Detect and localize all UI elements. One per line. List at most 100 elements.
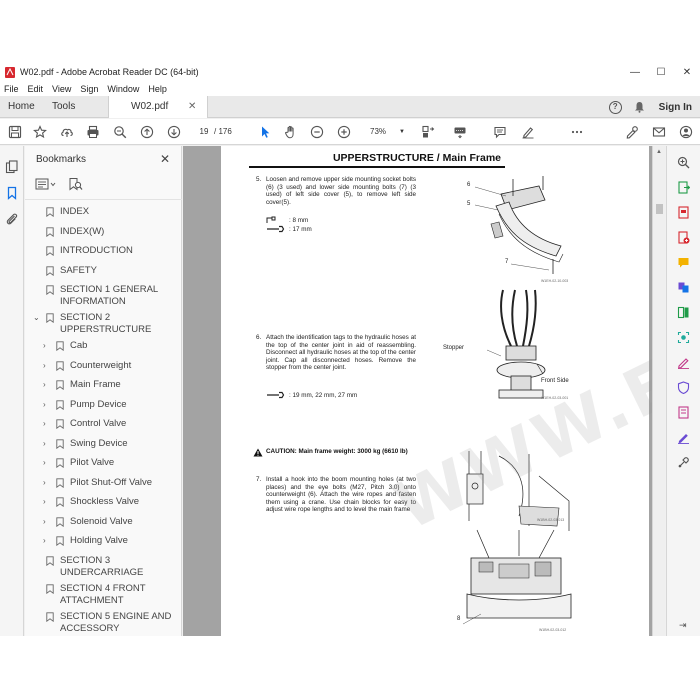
- bookmark-item[interactable]: INDEX(W): [25, 226, 182, 246]
- bookmark-item[interactable]: SAFETY: [25, 265, 182, 285]
- comment-tool-icon[interactable]: [677, 256, 690, 269]
- export-pdf-icon[interactable]: [677, 181, 690, 194]
- chevron-right-icon[interactable]: ›: [43, 496, 51, 508]
- page-number-input[interactable]: 19: [193, 125, 215, 139]
- zoom-search-icon[interactable]: [112, 124, 128, 140]
- bookmark-item[interactable]: › Counterweight: [25, 360, 182, 380]
- account-icon[interactable]: [678, 124, 694, 140]
- upload-icon[interactable]: [59, 124, 75, 140]
- bookmark-item[interactable]: ⌄ SECTION 2 UPPERSTRUCTURE: [25, 312, 182, 340]
- menu-file[interactable]: File: [4, 84, 19, 94]
- bookmark-label: Main Frame: [70, 379, 121, 390]
- select-cursor-icon[interactable]: [257, 124, 273, 140]
- close-tab-button[interactable]: ✕: [188, 96, 196, 118]
- chevron-right-icon[interactable]: ›: [43, 360, 51, 372]
- maximize-button[interactable]: ☐: [648, 62, 674, 82]
- bookmark-options-icon[interactable]: [35, 177, 57, 191]
- create-pdf-icon[interactable]: [677, 231, 690, 244]
- bookmark-item[interactable]: SECTION 5 ENGINE AND ACCESSORY: [25, 611, 182, 637]
- more-icon[interactable]: [569, 124, 585, 140]
- bell-icon[interactable]: [634, 101, 645, 113]
- keyboard-icon[interactable]: [452, 124, 468, 140]
- bookmark-item[interactable]: INTRODUCTION: [25, 245, 182, 265]
- share-sign-icon[interactable]: [624, 124, 640, 140]
- zoom-in-icon[interactable]: [336, 124, 352, 140]
- page-up-icon[interactable]: [139, 124, 155, 140]
- bookmark-item[interactable]: › Control Valve: [25, 418, 182, 438]
- zoom-level-select[interactable]: 73% ▼: [364, 125, 408, 139]
- bookmark-item[interactable]: › Pilot Shut-Off Valve: [25, 477, 182, 497]
- page-thumbnails-icon[interactable]: [5, 160, 19, 174]
- protect-shield-icon[interactable]: [677, 381, 690, 394]
- scroll-thumb[interactable]: [656, 204, 663, 214]
- search-tool-icon[interactable]: [677, 156, 690, 169]
- menu-edit[interactable]: Edit: [28, 84, 44, 94]
- figure-code: W1BH-02-03-013: [537, 518, 565, 522]
- combine-files-icon[interactable]: [677, 281, 690, 294]
- tool-socket: : 8 mm: [266, 216, 308, 224]
- bookmark-item[interactable]: INDEX: [25, 206, 182, 226]
- help-icon[interactable]: ?: [608, 100, 622, 114]
- prepare-form-icon[interactable]: [677, 406, 690, 419]
- close-panel-button[interactable]: ✕: [160, 152, 170, 166]
- pen-icon[interactable]: [520, 124, 536, 140]
- bookmark-item[interactable]: › Pump Device: [25, 399, 182, 419]
- hand-icon[interactable]: [283, 124, 299, 140]
- bookmark-icon: [56, 360, 64, 371]
- menu-view[interactable]: View: [52, 84, 71, 94]
- zoom-out-icon[interactable]: [309, 124, 325, 140]
- bookmark-item[interactable]: › Main Frame: [25, 379, 182, 399]
- menu-sign[interactable]: Sign: [80, 84, 98, 94]
- request-signature-icon[interactable]: [677, 431, 690, 444]
- chevron-right-icon[interactable]: ›: [43, 477, 51, 489]
- comment-icon[interactable]: [492, 124, 508, 140]
- sign-in-button[interactable]: Sign In: [659, 102, 692, 113]
- bookmark-item[interactable]: › Holding Valve: [25, 535, 182, 555]
- close-window-button[interactable]: ✕: [674, 62, 700, 82]
- chevron-right-icon[interactable]: ›: [43, 457, 51, 469]
- chevron-right-icon[interactable]: ›: [43, 379, 51, 391]
- chevron-right-icon[interactable]: ›: [43, 340, 51, 352]
- print-icon[interactable]: [85, 124, 101, 140]
- chevron-right-icon[interactable]: ›: [43, 418, 51, 430]
- edit-pdf-icon[interactable]: [677, 206, 690, 219]
- save-icon[interactable]: [7, 124, 23, 140]
- expand-rail-icon[interactable]: ⇥: [679, 620, 687, 631]
- bookmark-item[interactable]: SECTION 1 GENERAL INFORMATION: [25, 284, 182, 312]
- chevron-right-icon[interactable]: ›: [43, 438, 51, 450]
- bookmark-item[interactable]: › Solenoid Valve: [25, 516, 182, 536]
- callout-8: 8: [457, 616, 461, 622]
- minimize-button[interactable]: —: [622, 62, 648, 82]
- chevron-right-icon[interactable]: ›: [43, 535, 51, 547]
- bookmark-item[interactable]: › Shockless Valve: [25, 496, 182, 516]
- tab-tools[interactable]: Tools: [52, 96, 75, 118]
- scan-ocr-icon[interactable]: [677, 331, 690, 344]
- tab-home[interactable]: Home: [8, 96, 35, 118]
- chevron-right-icon[interactable]: ›: [43, 399, 51, 411]
- mail-icon[interactable]: [651, 124, 667, 140]
- chevron-down-icon[interactable]: ⌄: [33, 312, 41, 324]
- bookmark-panel-icon[interactable]: [5, 186, 19, 200]
- attachment-icon[interactable]: [5, 212, 19, 226]
- page-header: UPPERSTRUCTURE / Main Frame: [332, 152, 501, 164]
- scroll-up-arrow-icon[interactable]: ▲: [656, 149, 662, 155]
- organize-pages-icon[interactable]: [677, 306, 690, 319]
- main-toolbar: 19 / 176 73% ▼: [0, 119, 700, 145]
- menu-window[interactable]: Window: [107, 84, 139, 94]
- bookmark-item[interactable]: › Cab: [25, 340, 182, 360]
- bookmark-item[interactable]: SECTION 4 FRONT ATTACHMENT: [25, 583, 182, 611]
- more-tools-icon[interactable]: [677, 456, 690, 469]
- bookmark-icon: [56, 516, 64, 527]
- fit-page-icon[interactable]: [420, 124, 436, 140]
- page-down-icon[interactable]: [166, 124, 182, 140]
- star-icon[interactable]: [32, 124, 48, 140]
- find-bookmark-icon[interactable]: [67, 177, 85, 191]
- document-viewport[interactable]: UPPERSTRUCTURE / Main Frame 5. Loosen an…: [183, 146, 665, 636]
- bookmark-item[interactable]: › Swing Device: [25, 438, 182, 458]
- menu-help[interactable]: Help: [148, 84, 167, 94]
- chevron-right-icon[interactable]: ›: [43, 516, 51, 528]
- fill-sign-icon[interactable]: [677, 356, 690, 369]
- bookmark-item[interactable]: SECTION 3 UNDERCARRIAGE: [25, 555, 182, 583]
- document-scrollbar[interactable]: ▲: [652, 146, 665, 636]
- bookmark-item[interactable]: › Pilot Valve: [25, 457, 182, 477]
